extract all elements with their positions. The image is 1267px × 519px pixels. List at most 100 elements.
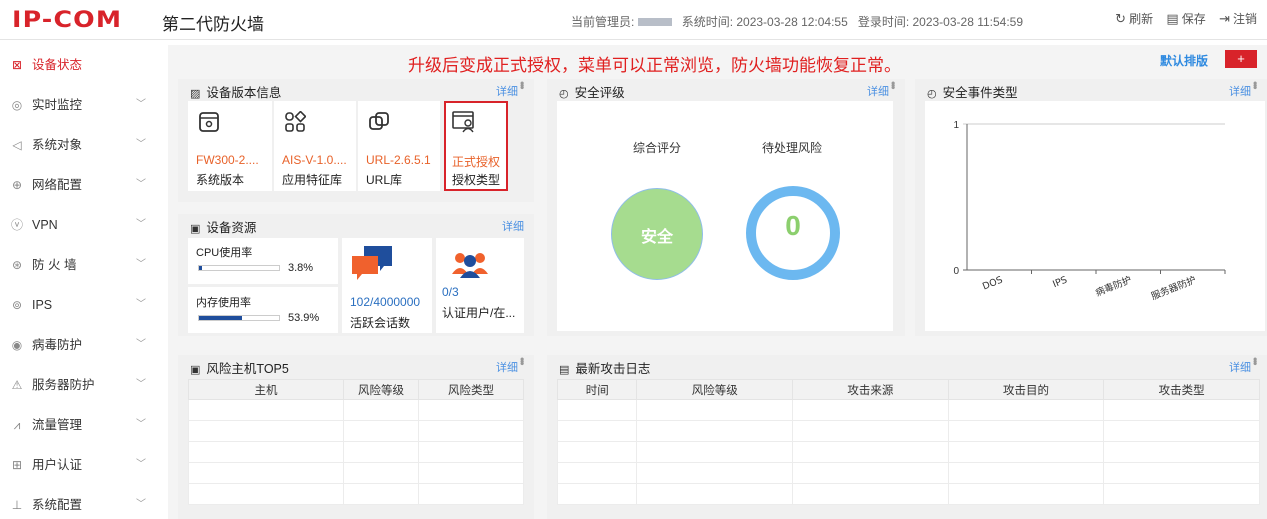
dashboard-icon: ⊠ — [11, 58, 23, 72]
sidebar-item-traffic-management[interactable]: ⩘ 流量管理 ﹀ — [0, 405, 168, 445]
pending-risk-label: 待处理风险 — [762, 141, 823, 155]
table-row — [188, 399, 524, 421]
cpu-usage-fill — [199, 266, 202, 270]
table-row — [556, 462, 1260, 484]
sidebar-item-vpn[interactable]: ⓥ VPN ﹀ — [0, 205, 168, 245]
location-icon: ◎ — [11, 98, 23, 112]
auth-users-tile[interactable]: 0/3 认证用户/在... — [436, 238, 524, 333]
upgrade-notice: 升级后变成正式授权，菜单可以正常浏览，防火墙功能恢复正常。 — [408, 56, 901, 75]
sidebar-item-realtime-monitor[interactable]: ◎ 实时监控 ﹀ — [0, 85, 168, 125]
monitor-icon: ▣ — [190, 364, 201, 376]
session-info: 当前管理员: 系统时间: 2023-03-28 12:04:55 登录时间: 2… — [571, 13, 1023, 30]
sidebar-item-device-status[interactable]: ⊠ 设备状态 — [0, 45, 168, 85]
chevron-down-icon: ﹀ — [136, 99, 146, 110]
sidebar-item-firewall[interactable]: ⊛ 防 火 墙 ﹀ — [0, 245, 168, 285]
add-widget-button[interactable]: + — [1225, 50, 1257, 68]
column-header: 风险类型 — [418, 379, 524, 400]
sidebar-item-network-config[interactable]: ⊕ 网络配置 ﹀ — [0, 165, 168, 205]
table-row — [556, 420, 1260, 442]
header-actions: ↻ 刷新 ▤ 保存 ⇥ 注销 — [1105, 10, 1257, 27]
system-version-label: 系统版本 — [196, 173, 245, 187]
app-signature-tile[interactable]: AIS-V-1.0.... 应用特征库 — [274, 101, 356, 191]
system-version-tile[interactable]: FW300-2.... 系统版本 — [188, 101, 272, 191]
risk-hosts-table: 主机 风险等级 风险类型 — [188, 379, 524, 505]
memory-usage-tile: 内存使用率 53.9% — [188, 287, 338, 333]
more-icon[interactable]: ••• — [1248, 81, 1262, 88]
logout-button[interactable]: ⇥ 注销 — [1219, 11, 1257, 26]
more-icon[interactable]: ••• — [1248, 357, 1262, 364]
column-header: 时间 — [556, 379, 638, 400]
login-time: 登录时间: 2023-03-28 11:54:59 — [857, 15, 1024, 29]
panel-header: ▨ 设备版本信息 详细 ••• — [178, 79, 534, 100]
sidebar-item-ips[interactable]: ⊚ IPS ﹀ — [0, 285, 168, 325]
chart-icon: ⩘ — [13, 418, 21, 432]
system-time: 系统时间: 2023-03-28 12:04:55 — [681, 15, 848, 29]
x-tick-label: DOS — [981, 275, 1004, 293]
table-row — [188, 441, 524, 463]
table-row — [556, 441, 1260, 463]
memory-usage-value: 53.9% — [288, 312, 320, 324]
globe-icon: ⊕ — [11, 178, 23, 192]
admin-label: 当前管理员: — [571, 15, 635, 29]
table-header-row: 时间 风险等级 攻击来源 攻击目的 攻击类型 — [556, 379, 1260, 400]
active-sessions-value: 102/4000000 — [350, 295, 421, 309]
y-tick-label: 0 — [953, 266, 959, 277]
chevron-down-icon: ﹀ — [136, 339, 146, 350]
detail-link[interactable]: 详细 — [502, 218, 524, 234]
table-row — [188, 483, 524, 505]
image-icon: ▨ — [190, 88, 201, 100]
chevron-down-icon: ﹀ — [136, 379, 146, 390]
sidebar-item-virus-protection[interactable]: ◉ 病毒防护 ﹀ — [0, 325, 168, 365]
more-icon[interactable]: ••• — [886, 81, 900, 88]
browser-window-icon — [199, 112, 219, 132]
panel-header: ▣ 设备资源 详细 — [178, 214, 534, 235]
security-rating-panel: ◴ 安全评级 详细 ••• 综合评分 待处理风险 安全 0 — [547, 79, 905, 336]
refresh-button[interactable]: ↻ 刷新 — [1115, 11, 1153, 26]
save-icon: ▤ — [1166, 11, 1179, 26]
more-icon[interactable]: ••• — [515, 357, 529, 364]
users-group-icon — [452, 253, 488, 278]
cpu-usage-tile: CPU使用率 3.8% — [188, 238, 338, 284]
url-library-tile[interactable]: URL-2.6.5.1 URL库 — [358, 101, 440, 191]
sidebar-item-system-objects[interactable]: ◁ 系统对象 ﹀ — [0, 125, 168, 165]
column-header: 风险等级 — [636, 379, 794, 400]
sidebar-item-system-config[interactable]: ⊥ 系统配置 ﹀ — [0, 485, 168, 519]
attack-logs-table: 时间 风险等级 攻击来源 攻击目的 攻击类型 — [556, 379, 1260, 505]
refresh-icon: ↻ — [1115, 11, 1127, 26]
table-row — [556, 399, 1260, 421]
column-header: 攻击目的 — [947, 379, 1105, 400]
sidebar-item-user-auth[interactable]: ⊞ 用户认证 ﹀ — [0, 445, 168, 485]
y-tick-label: 1 — [953, 120, 959, 131]
pending-risk-ring: 0 — [746, 186, 840, 280]
more-icon[interactable]: ••• — [515, 81, 529, 88]
logout-icon: ⇥ — [1219, 11, 1230, 26]
gauge-icon: ◴ — [927, 88, 937, 100]
chevron-down-icon: ﹀ — [136, 299, 146, 310]
default-layout-link[interactable]: 默认排版 — [1160, 52, 1208, 69]
table-row — [556, 483, 1260, 505]
save-button[interactable]: ▤ 保存 — [1166, 11, 1205, 26]
table-row — [188, 462, 524, 484]
x-tick-label: 病毒防护 — [1094, 274, 1134, 299]
ips-icon: ⊚ — [11, 298, 23, 312]
chevron-down-icon: ﹀ — [136, 219, 146, 230]
admin-name-masked — [638, 18, 673, 27]
events-bar-chart: 0 1 DOS IPS 病毒防护 服务器防护 — [953, 120, 1226, 303]
top-header: IP-COM 第二代防火墙 当前管理员: 系统时间: 2023-03-28 12… — [0, 0, 1267, 40]
app-signature-label: 应用特征库 — [282, 173, 343, 187]
active-sessions-label: 活跃会话数 — [350, 316, 411, 330]
panel-title: ◴ 安全事件类型 — [927, 86, 1018, 100]
sidebar-nav: ⊠ 设备状态 ◎ 实时监控 ﹀ ◁ 系统对象 ﹀ ⊕ 网络配置 ﹀ ⓥ VPN ﹀ ⊛ 防 火 墙 ﹀… — [0, 45, 168, 519]
virus-icon: ◉ — [11, 338, 23, 352]
security-events-panel: ◴ 安全事件类型 详细 ••• 0 1 DOS IPS 病毒防护 服务器防护 — [915, 79, 1267, 336]
panel-header: ◴ 安全事件类型 详细 ••• — [915, 79, 1267, 100]
send-icon: ◁ — [12, 138, 22, 152]
version-info-panel: ▨ 设备版本信息 详细 ••• FW300-2.... 系统版本 AIS-V-1.… — [178, 79, 534, 202]
table-header-row: 主机 风险等级 风险类型 — [188, 379, 524, 400]
column-header: 风险等级 — [343, 379, 419, 400]
security-rating-body: 综合评分 待处理风险 安全 0 — [557, 101, 893, 331]
events-chart-body: 0 1 DOS IPS 病毒防护 服务器防护 — [925, 101, 1265, 331]
sidebar-item-server-protection[interactable]: ⚠ 服务器防护 ﹀ — [0, 365, 168, 405]
active-sessions-tile[interactable]: 102/4000000 活跃会话数 — [342, 238, 432, 333]
license-type-tile[interactable]: 正式授权 授权类型 — [444, 101, 508, 191]
